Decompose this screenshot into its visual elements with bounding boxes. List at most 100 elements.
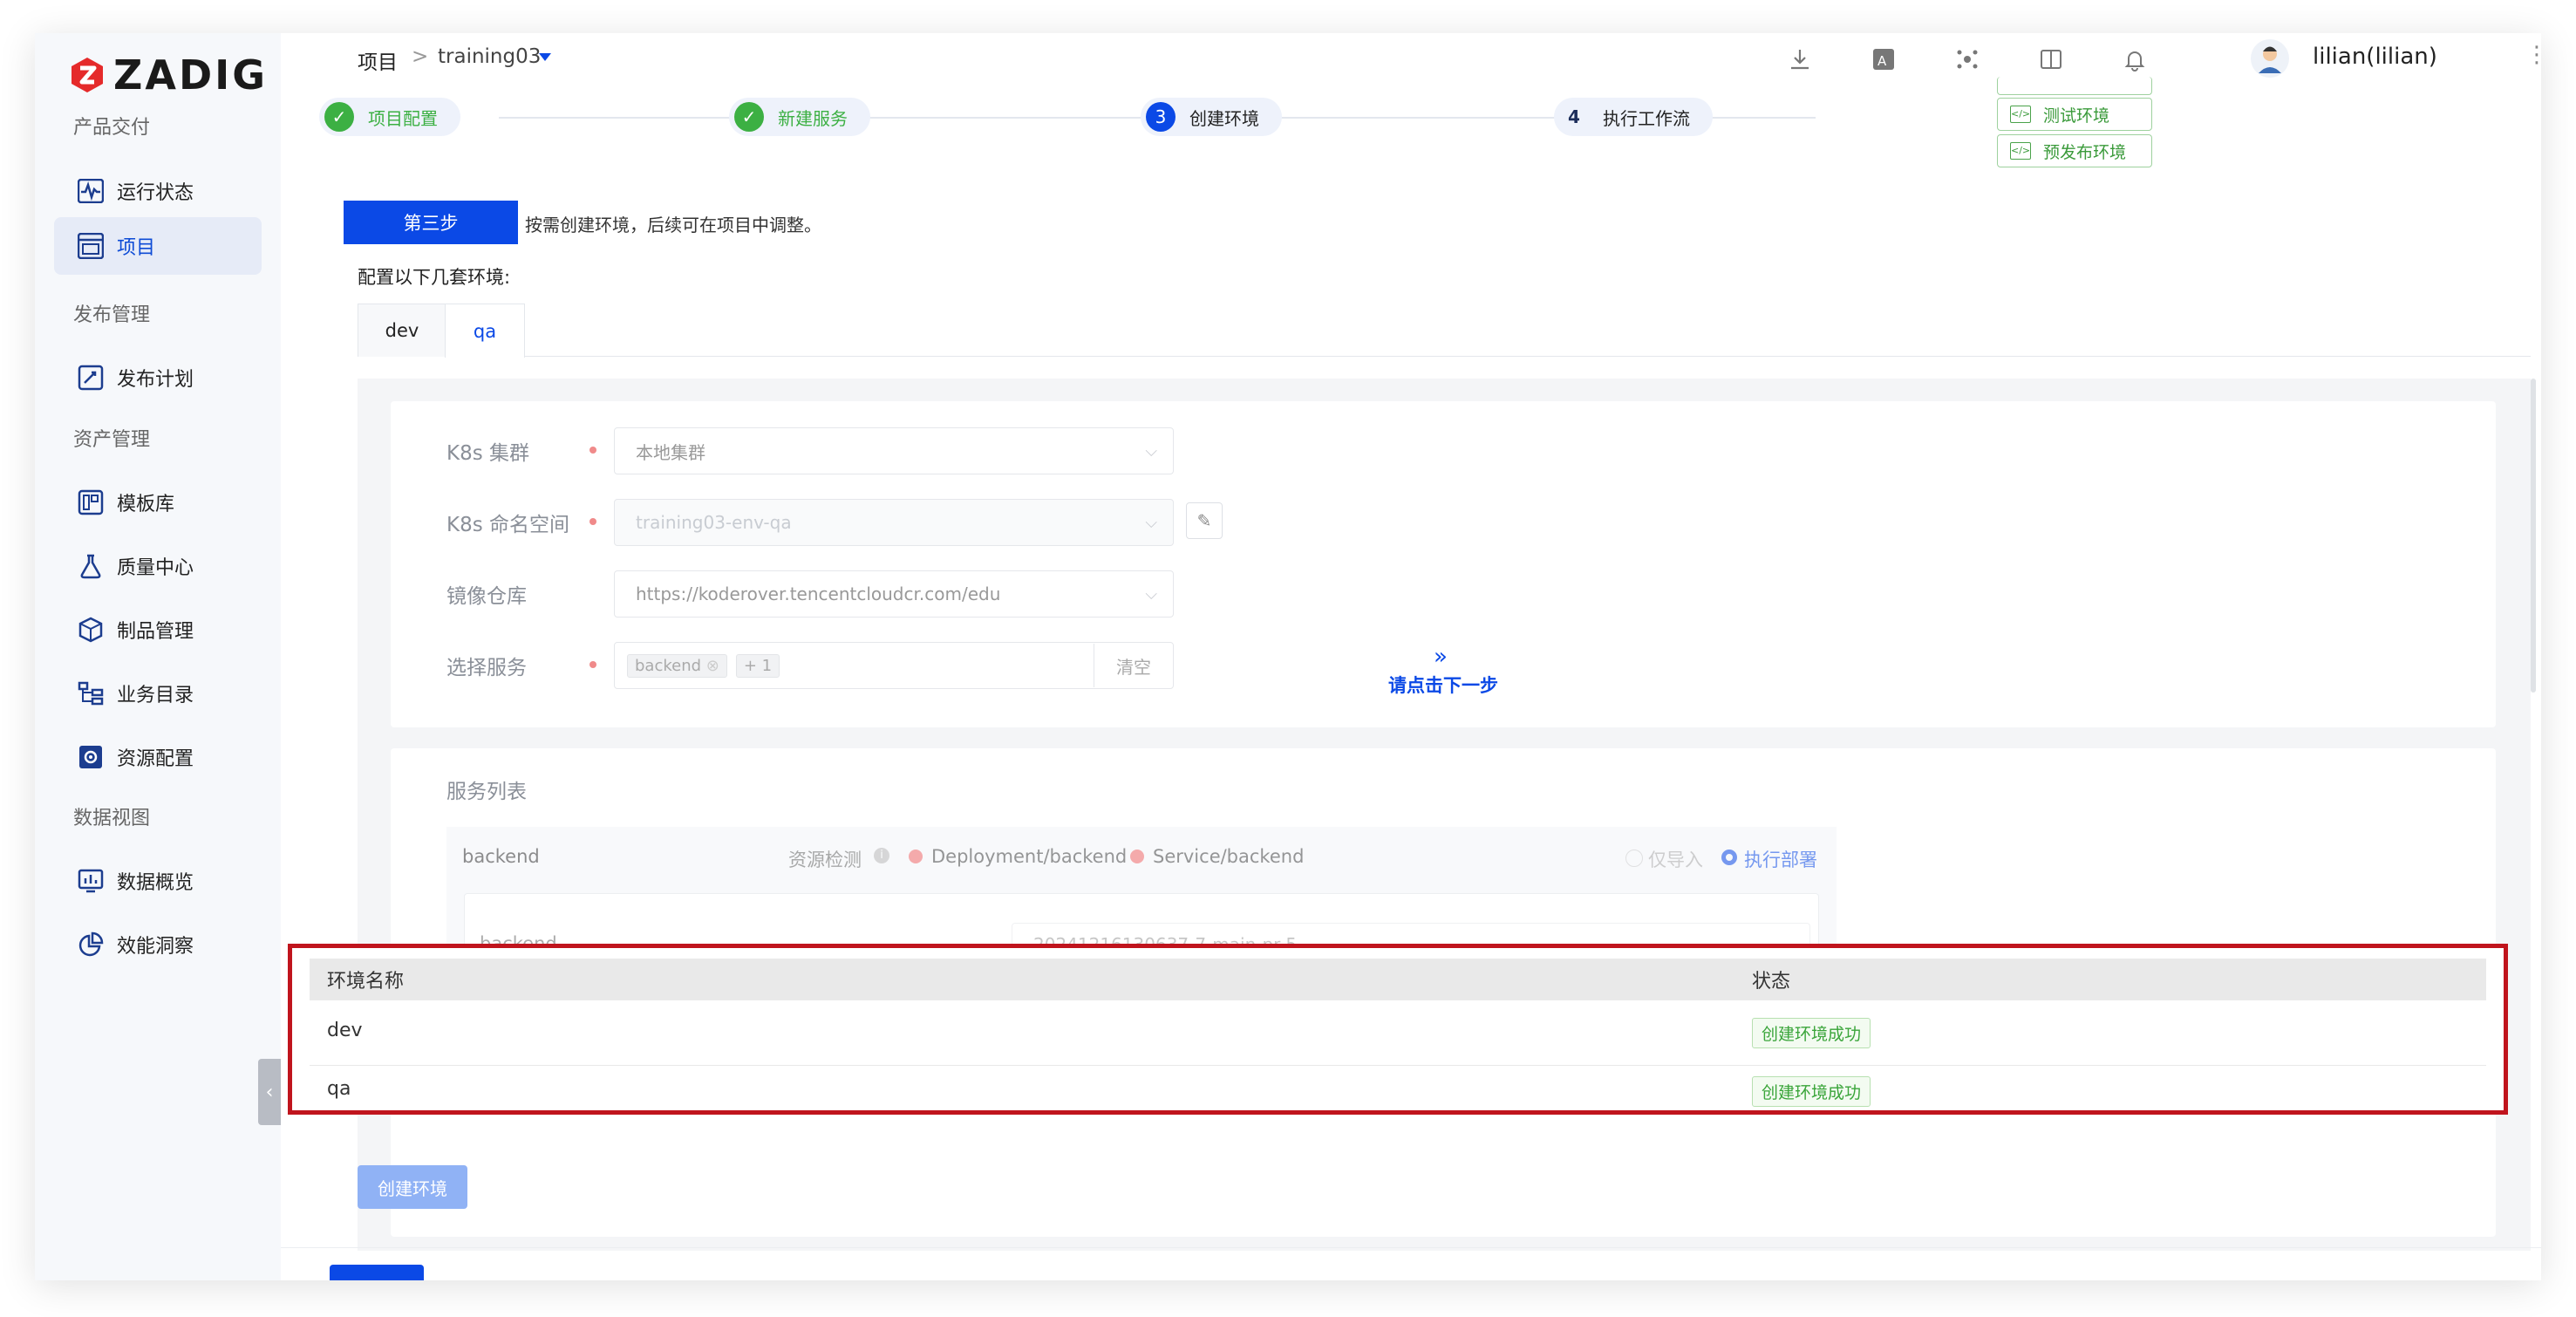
sidebar-item-label: 模板库 [117, 494, 175, 515]
services-select[interactable]: backend ⊗ + 1 清空 [614, 642, 1174, 689]
translate-icon[interactable]: A [1868, 44, 1899, 75]
next-step-button[interactable]: 下一步 [330, 1265, 424, 1280]
sidebar-item-artifacts[interactable]: 制品管理 [54, 601, 262, 658]
resource-check-label: 资源检测 [788, 850, 862, 870]
table-header [310, 959, 2486, 1000]
section-title: 资产管理 [73, 429, 151, 451]
avatar[interactable] [2250, 38, 2290, 78]
service-name: backend [462, 846, 540, 867]
project-selector[interactable]: training03 [438, 45, 541, 68]
radio-import-label: 仅导入 [1648, 850, 1703, 870]
sidebar-item-label: 资源配置 [117, 748, 194, 770]
tab-dev[interactable]: dev [358, 304, 446, 357]
pie-icon [77, 931, 105, 959]
create-env-button[interactable]: 创建环境 [358, 1165, 467, 1209]
sidebar-item-quality[interactable]: 质量中心 [54, 537, 262, 595]
required-marker [589, 447, 596, 454]
table-row[interactable]: dev 创建环境成功 [310, 1000, 2486, 1065]
download-icon[interactable] [1784, 44, 1816, 75]
sidebar-item-release-plan[interactable]: 发布计划 [54, 349, 262, 406]
brand-name: ZADIG [113, 51, 269, 99]
error-icon [909, 850, 923, 863]
sidebar-item-label: 业务目录 [117, 685, 194, 706]
chevron-down-icon: ⌵ [1145, 513, 1157, 532]
status-badge: 创建环境成功 [1752, 1076, 1871, 1107]
step-new-service[interactable]: ✓ 新建服务 [729, 98, 870, 136]
env-name-cell: qa [327, 1078, 351, 1100]
sidebar-item-label: 制品管理 [117, 621, 194, 643]
step-label: 项目配置 [368, 107, 438, 129]
step-description: 按需创建环境，后续可在项目中调整。 [525, 215, 821, 235]
logo: ZADIG [68, 47, 269, 103]
chevron-down-icon: ⌵ [1145, 584, 1157, 604]
namespace-select[interactable]: training03-env-qa ⌵ [614, 499, 1174, 546]
table-row[interactable]: qa 创建环境成功 [310, 1066, 2486, 1109]
network-icon[interactable] [1952, 44, 1983, 75]
env-link-partial [1997, 77, 2152, 95]
pulse-icon [77, 177, 105, 205]
env-link-test[interactable]: </> 测试环境 [1997, 98, 2152, 131]
user-name[interactable]: lilian(lilian) [2313, 44, 2437, 70]
cluster-label: K8s 集群 [446, 442, 530, 465]
edit-icon[interactable]: ✎ [1186, 502, 1223, 539]
radio-deploy-label: 执行部署 [1744, 850, 1817, 870]
step-run-workflow[interactable]: 4 执行工作流 [1554, 98, 1713, 136]
bell-icon[interactable] [2119, 44, 2150, 75]
sidebar-item-status[interactable]: 运行状态 [54, 162, 262, 220]
step-project-config[interactable]: ✓ 项目配置 [319, 98, 460, 136]
service-list-title: 服务列表 [446, 781, 527, 803]
more-vertical-icon[interactable]: ⋮ [2525, 42, 2541, 68]
resource-check-item: Deployment/backend [931, 846, 1128, 867]
step-create-env[interactable]: 3 创建环境 [1141, 98, 1282, 136]
step-tag: 第三步 [344, 201, 518, 244]
info-icon[interactable]: i [874, 848, 889, 863]
cluster-select[interactable]: 本地集群 ⌵ [614, 427, 1174, 474]
registry-select[interactable]: https://koderover.tencentcloudcr.com/edu… [614, 570, 1174, 618]
step-label: 新建服务 [778, 107, 848, 129]
top-bar: 项目 > training03 A lilian(lilian) ⋮ [281, 33, 2541, 86]
sidebar-item-insights[interactable]: 效能洞察 [54, 916, 262, 973]
step-label: 创建环境 [1189, 107, 1259, 129]
resource-check-item: Service/backend [1153, 846, 1305, 867]
tab-underline [358, 356, 2531, 357]
sidebar-item-templates[interactable]: 模板库 [54, 474, 262, 531]
sidebar-item-label: 项目 [117, 237, 156, 259]
namespace-label: K8s 命名空间 [446, 514, 570, 536]
step-number: 4 [1568, 106, 1580, 127]
registry-label: 镜像仓库 [446, 585, 527, 608]
clear-button[interactable]: 清空 [1094, 644, 1173, 687]
breadcrumb-separator: > [412, 45, 429, 68]
breadcrumb-root[interactable]: 项目 [358, 45, 398, 75]
sidebar-item-directory[interactable]: 业务目录 [54, 665, 262, 722]
template-icon [77, 488, 105, 516]
radio-import[interactable] [1625, 850, 1643, 867]
section-title: 数据视图 [73, 808, 151, 829]
settings-icon [77, 743, 105, 771]
sidebar-collapse-handle[interactable]: ‹ [258, 1059, 281, 1125]
chevron-left-icon: ‹ [265, 1081, 274, 1103]
error-icon [1130, 850, 1144, 863]
chart-icon [77, 867, 105, 895]
more-tags: + 1 [735, 653, 780, 678]
sidebar: ZADIG 产品交付 运行状态 项目 发布管理 发布计划 资产管理 模板库 质量… [35, 33, 281, 1280]
code-icon: </> [2010, 106, 2031, 123]
sidebar-item-resources[interactable]: 资源配置 [54, 728, 262, 786]
next-hint-text[interactable]: 请点击下一步 [1388, 672, 1498, 698]
sidebar-item-project[interactable]: 项目 [54, 217, 262, 275]
caret-down-icon[interactable] [539, 53, 551, 61]
env-name-cell: dev [327, 1020, 363, 1041]
check-icon: ✓ [324, 102, 354, 132]
column-header-status: 状态 [1752, 971, 1791, 993]
radio-deploy[interactable] [1721, 850, 1737, 865]
required-marker [589, 518, 596, 525]
scrollbar[interactable] [2531, 379, 2536, 693]
sidebar-item-data-overview[interactable]: 数据概览 [54, 852, 262, 910]
sidebar-item-label: 运行状态 [117, 182, 194, 204]
footer-divider [281, 1247, 2541, 1248]
column-header-env-name: 环境名称 [327, 971, 405, 993]
env-link-staging[interactable]: </> 预发布环境 [1997, 134, 2152, 167]
book-icon[interactable] [2035, 44, 2067, 75]
section-title: 发布管理 [73, 304, 151, 326]
step-label: 执行工作流 [1603, 107, 1690, 129]
tab-qa[interactable]: qa [445, 304, 525, 358]
